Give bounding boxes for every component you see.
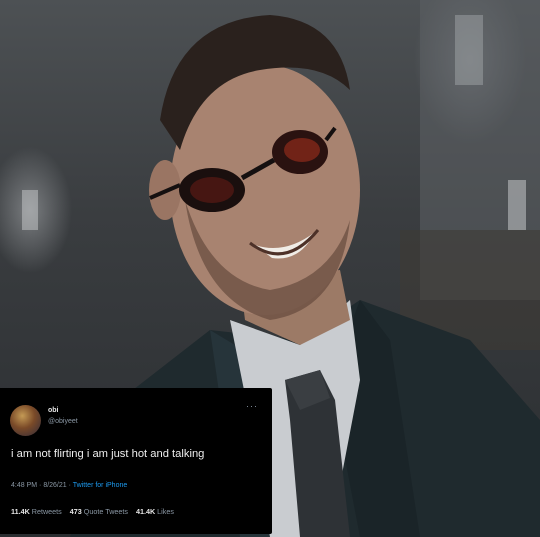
tweet-meta: 4:48 PM · 8/26/21 · Twitter for iPhone bbox=[11, 482, 127, 489]
tweet-source-link[interactable]: Twitter for iPhone bbox=[73, 482, 127, 489]
retweets-stat[interactable]: 11.4K Retweets bbox=[11, 507, 62, 516]
tweet-date[interactable]: 8/26/21 bbox=[43, 482, 66, 489]
likes-count: 41.4K bbox=[135, 507, 156, 516]
tweet-card: obi @obiyeet ··· i am not flirting i am … bbox=[0, 388, 272, 534]
likes-label: Likes bbox=[157, 507, 174, 516]
retweets-label: Retweets bbox=[31, 507, 62, 516]
more-options-icon[interactable]: ··· bbox=[246, 401, 258, 411]
tweet-time[interactable]: 4:48 PM bbox=[11, 482, 37, 489]
likes-stat[interactable]: 41.4K Likes bbox=[136, 507, 174, 516]
display-name[interactable]: obi bbox=[48, 407, 59, 414]
quotes-label: Quote Tweets bbox=[83, 507, 128, 516]
retweets-count: 11.4K bbox=[11, 507, 30, 516]
quote-tweets-stat[interactable]: 473 Quote Tweets bbox=[70, 507, 128, 516]
quotes-count: 473 bbox=[69, 507, 82, 516]
avatar[interactable] bbox=[10, 405, 41, 436]
tweet-stats: 11.4K Retweets 473 Quote Tweets 41.4K Li… bbox=[11, 507, 180, 516]
tweet-text: i am not flirting i am just hot and talk… bbox=[11, 448, 205, 460]
user-handle[interactable]: @obiyeet bbox=[48, 418, 78, 425]
